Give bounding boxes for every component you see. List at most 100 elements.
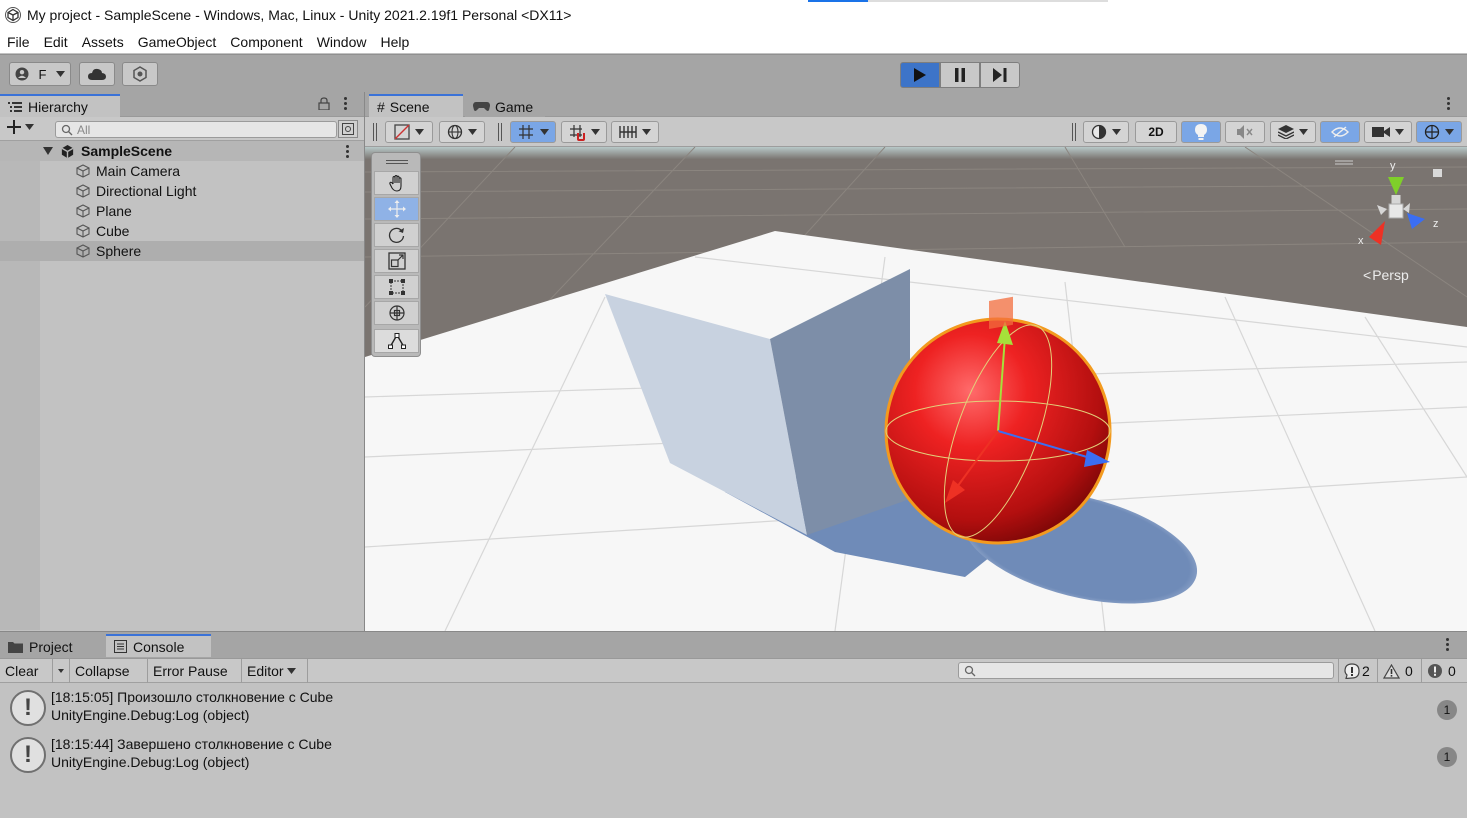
grid-snap-icon (519, 125, 533, 139)
menu-assets[interactable]: Assets (75, 34, 131, 50)
menu-window[interactable]: Window (310, 34, 374, 50)
clear-button[interactable]: Clear (0, 659, 53, 683)
play-icon (914, 68, 926, 82)
cloud-button[interactable] (79, 62, 115, 86)
scene-visibility-toggle[interactable] (1320, 121, 1360, 143)
camera-settings-dropdown[interactable] (1364, 121, 1412, 143)
gizmo-z-label: z (1433, 218, 1439, 230)
projection-toggle[interactable]: < Persp (1363, 267, 1409, 283)
scene-viewport[interactable]: y z x < Persp (365, 147, 1467, 631)
scene-toolbar: 2D (365, 117, 1467, 147)
play-button[interactable] (900, 62, 940, 88)
hierarchy-item-cube[interactable]: Cube (0, 221, 364, 241)
gizmos-dropdown[interactable] (1416, 121, 1462, 143)
orientation-dropdown[interactable] (1083, 121, 1129, 143)
custom-tool-button[interactable] (374, 329, 419, 353)
info-filter-toggle[interactable]: 2 (1338, 659, 1378, 683)
info-count: 2 (1362, 663, 1370, 679)
toolbar-grip-icon (498, 123, 502, 141)
move-tool-button[interactable] (374, 197, 419, 221)
list-icon (8, 101, 22, 112)
gameobject-cube-icon (76, 224, 90, 238)
menu-help[interactable]: Help (373, 34, 416, 50)
tab-scene[interactable]: # Scene (369, 94, 463, 117)
hierarchy-item-sphere[interactable]: Sphere (0, 241, 364, 261)
create-dropdown[interactable] (7, 120, 34, 134)
hierarchy-menu-icon[interactable] (344, 97, 347, 112)
search-type-button[interactable] (338, 120, 358, 138)
scale-tool-button[interactable] (374, 249, 419, 273)
transform-tool-button[interactable] (374, 301, 419, 325)
step-icon (993, 68, 1007, 82)
grid-snapping-toggle[interactable] (510, 121, 556, 143)
scene-menu-icon[interactable] (346, 145, 349, 160)
error-filter-toggle[interactable]: 0 (1422, 659, 1467, 683)
chevron-down-icon (1299, 129, 1308, 135)
folder-icon (8, 641, 23, 653)
lock-icon[interactable] (318, 97, 330, 110)
global-local-dropdown[interactable] (439, 121, 485, 143)
tab-project[interactable]: Project (0, 634, 106, 657)
audio-toggle[interactable] (1225, 121, 1265, 143)
globe-icon (447, 124, 463, 140)
log-entry[interactable]: ! [18:15:44] Завершено столкновение с Cu… (0, 732, 1467, 779)
step-button[interactable] (980, 62, 1020, 88)
editor-dropdown[interactable]: Editor (242, 659, 308, 683)
draw-mode-dropdown[interactable] (385, 121, 433, 143)
hierarchy-item-label: Main Camera (96, 163, 181, 179)
hand-icon (388, 174, 402, 192)
error-icon (1428, 664, 1442, 678)
overlay-grip-icon[interactable] (386, 160, 408, 164)
2d-toggle[interactable]: 2D (1135, 121, 1177, 143)
warning-filter-toggle[interactable]: 0 (1378, 659, 1422, 683)
scene-row[interactable]: SampleScene (0, 141, 364, 161)
menu-gameobject[interactable]: GameObject (131, 34, 224, 50)
pause-button[interactable] (940, 62, 980, 88)
menu-file[interactable]: File (0, 34, 37, 50)
rotate-tool-button[interactable] (374, 223, 419, 247)
hand-tool-button[interactable] (374, 171, 419, 195)
hierarchy-search-input[interactable]: All (55, 121, 337, 138)
toolbar-grip-icon (1072, 123, 1076, 141)
menu-edit[interactable]: Edit (37, 34, 75, 50)
scene-tabbar: # Scene Game (365, 92, 1467, 117)
plus-icon (7, 120, 21, 134)
tab-console[interactable]: Console (106, 634, 211, 657)
sphere-shading-icon (1091, 124, 1107, 140)
tab-game[interactable]: Game (465, 94, 545, 117)
grid-hash-icon: # (377, 98, 385, 115)
ruler-snap-dropdown[interactable] (611, 121, 659, 143)
account-icon (15, 67, 29, 81)
toolbar-grip-icon (373, 123, 377, 141)
chevron-down-icon (1395, 129, 1404, 135)
hierarchy-item-label: Directional Light (96, 183, 197, 199)
collab-icon (133, 66, 147, 82)
hierarchy-item-directional-light[interactable]: Directional Light (0, 181, 364, 201)
rect-tool-button[interactable] (374, 275, 419, 299)
lighting-toggle[interactable] (1181, 121, 1221, 143)
scene-panel-menu-icon[interactable] (1447, 97, 1450, 112)
lightbulb-icon (1195, 124, 1207, 140)
account-dropdown[interactable]: F (9, 62, 71, 86)
hierarchy-item-main-camera[interactable]: Main Camera (0, 161, 364, 181)
tab-hierarchy[interactable]: Hierarchy (0, 94, 120, 117)
menu-bar: File Edit Assets GameObject Component Wi… (0, 30, 1467, 53)
error-pause-button[interactable]: Error Pause (148, 659, 242, 683)
main-toolbar: F (0, 54, 1467, 92)
effects-dropdown[interactable] (1270, 121, 1316, 143)
sky-gradient (365, 147, 1467, 159)
gameobject-cube-icon (76, 184, 90, 198)
scene-unity-icon (61, 144, 74, 158)
console-menu-icon[interactable] (1446, 638, 1449, 653)
increment-snap-dropdown[interactable] (561, 121, 607, 143)
menu-component[interactable]: Component (223, 34, 309, 50)
collab-button[interactable] (122, 62, 158, 86)
tab-console-label: Console (133, 638, 185, 655)
console-search-input[interactable] (958, 662, 1334, 679)
clear-options-dropdown[interactable] (53, 659, 70, 683)
pause-icon (955, 68, 965, 82)
expand-triangle-icon[interactable] (43, 147, 53, 155)
hierarchy-item-plane[interactable]: Plane (0, 201, 364, 221)
log-entry[interactable]: ! [18:15:05] Произошло столкновение с Cu… (0, 685, 1467, 732)
collapse-button[interactable]: Collapse (70, 659, 148, 683)
